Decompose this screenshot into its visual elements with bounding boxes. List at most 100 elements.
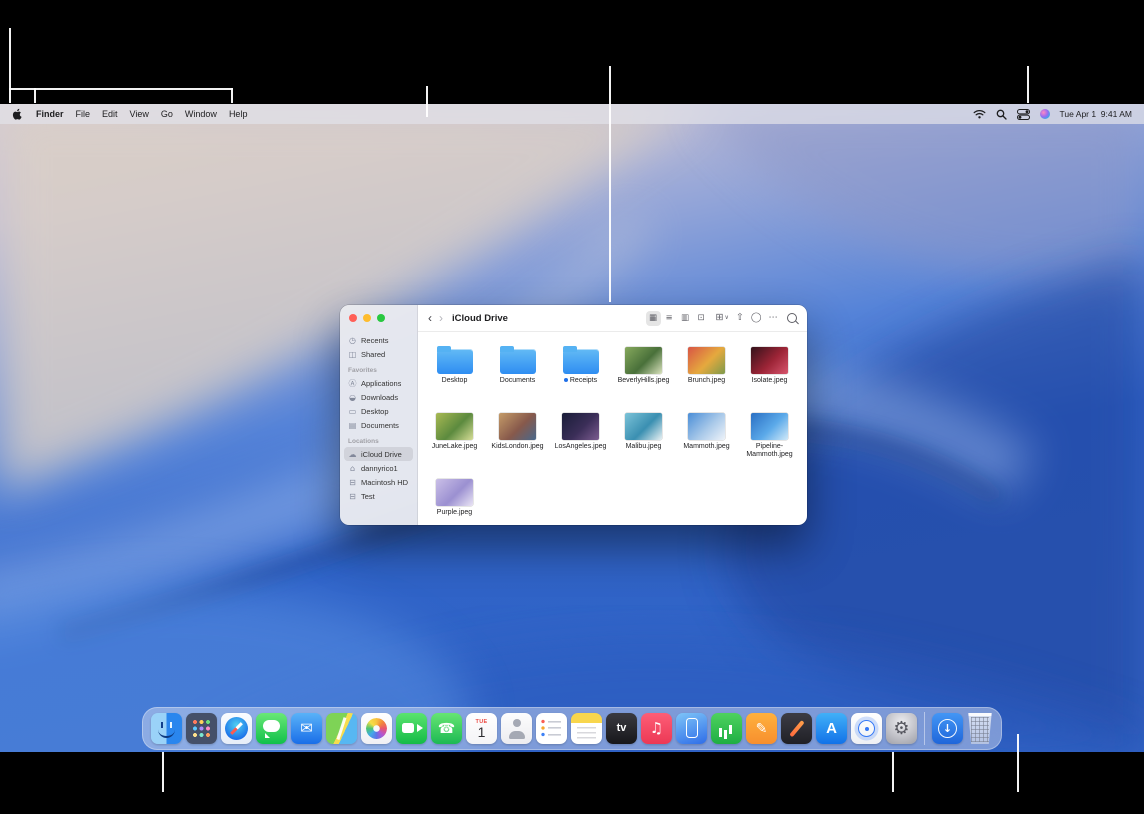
dock-trash-icon[interactable] [967,713,993,744]
sidebar-item-icloud-drive[interactable]: ☁iCloud Drive [344,447,413,461]
dock-iphone-mirroring-icon[interactable] [676,713,707,744]
file-junelake-jpeg[interactable]: JuneLake.jpeg [423,406,486,472]
image-thumbnail [751,347,788,374]
dock-maps-icon[interactable] [326,713,357,744]
view-mode-control: ▦≡▥⊡ [646,311,709,326]
sidebar-item-shared[interactable]: ◫Shared [344,347,413,361]
file-malibu-jpeg[interactable]: Malibu.jpeg [612,406,675,472]
menu-edit[interactable]: Edit [102,109,118,119]
dock-phone-icon[interactable]: ☎ [431,713,462,744]
dock-reminders-icon[interactable] [536,713,567,744]
view-columns-button[interactable]: ▥ [678,311,693,326]
file-label: Purple.jpeg [423,509,486,517]
dock-tv-icon[interactable]: tv [606,713,637,744]
file-pipeline-mammoth-jpeg[interactable]: Pipeline-Mammoth.jpeg [738,406,801,472]
dock-app-store-icon[interactable]: A [816,713,847,744]
documents-icon: ▤ [348,421,357,430]
more-button[interactable]: ⋯ [769,313,779,323]
dock-find-my-icon[interactable] [851,713,882,744]
share-button[interactable]: ⇧ [736,313,744,323]
dock-notes-icon[interactable] [571,713,602,744]
file-mammoth-jpeg[interactable]: Mammoth.jpeg [675,406,738,472]
menu-go[interactable]: Go [161,109,173,119]
finder-main: ‹ › iCloud Drive ▦≡▥⊡ ⊞ ∨ ⇧ ◯ ⋯ DesktopD… [418,305,807,525]
dock-system-settings-icon[interactable]: ⚙ [886,713,917,744]
callout-line [9,88,233,90]
menu-help[interactable]: Help [229,109,248,119]
sidebar-item-documents[interactable]: ▤Documents [344,418,413,432]
file-label: BeverlyHills.jpeg [612,377,675,385]
forward-button[interactable]: › [439,312,443,324]
file-documents[interactable]: Documents [486,340,549,406]
view-list-button[interactable]: ≡ [662,311,677,326]
zoom-button[interactable] [377,314,385,322]
view-gallery-button[interactable]: ⊡ [694,311,709,326]
file-losangeles-jpeg[interactable]: LosAngeles.jpeg [549,406,612,472]
dock-music-icon[interactable]: ♫ [641,713,672,744]
file-beverlyhills-jpeg[interactable]: BeverlyHills.jpeg [612,340,675,406]
wifi-icon[interactable] [973,109,986,119]
control-center-icon[interactable] [1017,109,1030,120]
dock-divider [924,712,925,745]
tags-button[interactable]: ◯ [751,313,762,323]
menu-window[interactable]: Window [185,109,217,119]
file-receipts[interactable]: Receipts [549,340,612,406]
siri-icon[interactable] [1040,109,1050,119]
sidebar-item-desktop[interactable]: ▭Desktop [344,404,413,418]
file-kidslondon-jpeg[interactable]: KidsLondon.jpeg [486,406,549,472]
menu-bar-clock[interactable]: Tue Apr 1 9:41 AM [1060,109,1132,119]
close-button[interactable] [349,314,357,322]
clock-icon: ◷ [348,336,357,345]
back-button[interactable]: ‹ [428,312,432,324]
finder-window: ◷Recents◫SharedFavoritesⒶApplications◒Do… [340,305,807,525]
sidebar-item-applications[interactable]: ⒶApplications [344,376,413,390]
file-brunch-jpeg[interactable]: Brunch.jpeg [675,340,738,406]
sidebar-item-test[interactable]: ⊟Test [344,489,413,503]
dock-numbers-icon[interactable] [711,713,742,744]
file-purple-jpeg[interactable]: Purple.jpeg [423,472,486,525]
apple-menu[interactable] [12,108,22,120]
sidebar-item-macintosh-hd[interactable]: ⊟Macintosh HD [344,475,413,489]
group-icon: ⊞ [716,313,724,323]
view-grid-button[interactable]: ▦ [646,311,661,326]
menu-file[interactable]: File [76,109,91,119]
dock-messages-icon[interactable] [256,713,287,744]
file-label: Desktop [423,377,486,385]
status-menus: Tue Apr 1 9:41 AM [973,109,1132,120]
sidebar-item-recents[interactable]: ◷Recents [344,333,413,347]
sidebar-section-favorites: Favorites [340,361,417,376]
home-icon: ⌂ [348,464,357,473]
menu-finder[interactable]: Finder [36,109,64,119]
file-label: JuneLake.jpeg [423,443,486,451]
callout-line [9,28,11,103]
menu-view[interactable]: View [130,109,149,119]
dock-mail-icon[interactable]: ✉ [291,713,322,744]
file-isolate-jpeg[interactable]: Isolate.jpeg [738,340,801,406]
dock-safari-icon[interactable] [221,713,252,744]
image-thumbnail [562,413,599,440]
minimize-button[interactable] [363,314,371,322]
dock-finder-icon[interactable] [151,713,182,744]
dock-pages-icon[interactable]: ✎ [746,713,777,744]
sidebar-item-label: Applications [361,379,401,388]
sidebar-item-dannyrico1[interactable]: ⌂dannyrico1 [344,461,413,475]
finder-toolbar: ‹ › iCloud Drive ▦≡▥⊡ ⊞ ∨ ⇧ ◯ ⋯ [418,305,807,332]
icloud-icon: ☁ [348,450,357,459]
sidebar-item-downloads[interactable]: ◒Downloads [344,390,413,404]
dock-facetime-icon[interactable] [396,713,427,744]
group-button[interactable]: ⊞ ∨ [716,313,729,323]
app-menus: Finder File Edit View Go Window Help [26,109,247,119]
dock-calendar-icon[interactable]: TUE1 [466,713,497,744]
file-desktop[interactable]: Desktop [423,340,486,406]
callout-line [892,752,894,792]
dock-launchpad-icon[interactable] [186,713,217,744]
dock-contacts-icon[interactable] [501,713,532,744]
dock-garageband-icon[interactable] [781,713,812,744]
spotlight-icon[interactable] [996,109,1007,120]
desktop: Finder File Edit View Go Window Help [0,104,1144,752]
image-thumbnail [499,413,536,440]
search-icon[interactable] [787,313,797,323]
dock-photos-icon[interactable] [361,713,392,744]
dock-downloads-icon[interactable]: ↓ [932,713,963,744]
folder-icon [563,349,599,374]
